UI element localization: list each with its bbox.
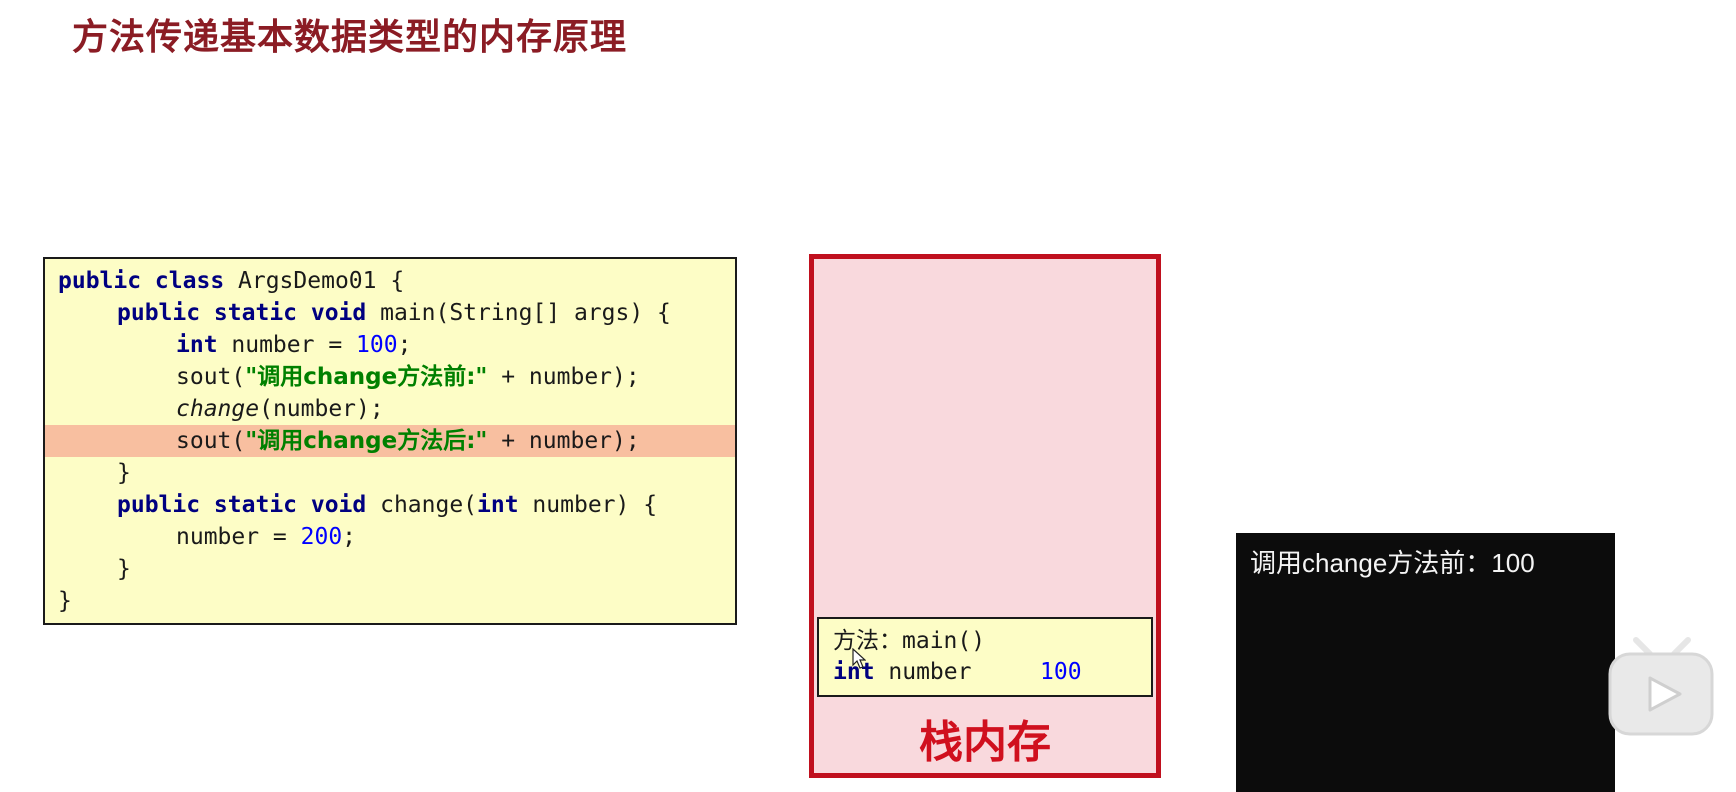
code-text: change(: [366, 492, 478, 518]
code-number: 100: [356, 332, 398, 358]
code-line-4: sout("调用change方法前:" + number);: [45, 361, 735, 393]
code-text: sout(: [176, 428, 246, 454]
code-method-call: change: [176, 396, 260, 422]
code-line-10: }: [117, 556, 131, 582]
code-line-11: }: [58, 588, 72, 614]
code-text: ;: [397, 332, 412, 358]
code-line-5: change(number);: [45, 393, 735, 425]
video-player-logo-icon: [1608, 637, 1714, 736]
code-text: number =: [217, 332, 357, 358]
stack-memory-label: 栈内存: [919, 717, 1051, 768]
code-text: (number);: [259, 396, 384, 422]
code-line-9: number = 200;: [45, 521, 735, 553]
code-line-3: int number = 100;: [45, 329, 735, 361]
code-line-7: }: [117, 460, 131, 486]
code-keyword: public static void: [117, 300, 367, 326]
stack-frame-main: 方法：main() int number 100: [817, 617, 1153, 697]
code-text: number) {: [518, 492, 658, 518]
code-line-8: public static void change(int number) {: [45, 489, 735, 521]
stack-memory-area: [809, 254, 1161, 778]
code-line-2: public static void main(String[] args) {: [45, 297, 735, 329]
console-output-panel: 调用change方法前：100: [1236, 533, 1615, 792]
code-text: main(String[] args) {: [366, 300, 671, 326]
code-text: ArgsDemo01 {: [224, 268, 405, 294]
code-line-6-current: sout("调用change方法后:" + number);: [45, 425, 735, 457]
code-keyword: public class: [58, 268, 225, 294]
code-text: + number);: [487, 428, 640, 454]
code-number: 200: [300, 524, 343, 550]
code-string: "调用change方法后:": [245, 428, 488, 454]
console-output-line: 调用change方法前：100: [1250, 548, 1535, 578]
code-keyword: public static void: [117, 492, 367, 518]
code-keyword: int: [176, 332, 218, 358]
code-line-1: public class ArgsDemo01 {: [45, 265, 735, 297]
code-keyword: int: [477, 492, 519, 518]
code-text: + number);: [487, 364, 640, 390]
slide-title: 方法传递基本数据类型的内存原理: [72, 17, 628, 58]
variable-name: number: [874, 659, 972, 685]
mouse-cursor-icon: [852, 648, 866, 669]
code-panel: public class ArgsDemo01 { public static …: [43, 257, 737, 625]
variable-value: 100: [1040, 659, 1082, 685]
code-text: number =: [176, 524, 301, 550]
code-string: "调用change方法前:": [245, 364, 488, 390]
code-text: ;: [342, 524, 357, 550]
code-text: sout(: [176, 364, 246, 390]
